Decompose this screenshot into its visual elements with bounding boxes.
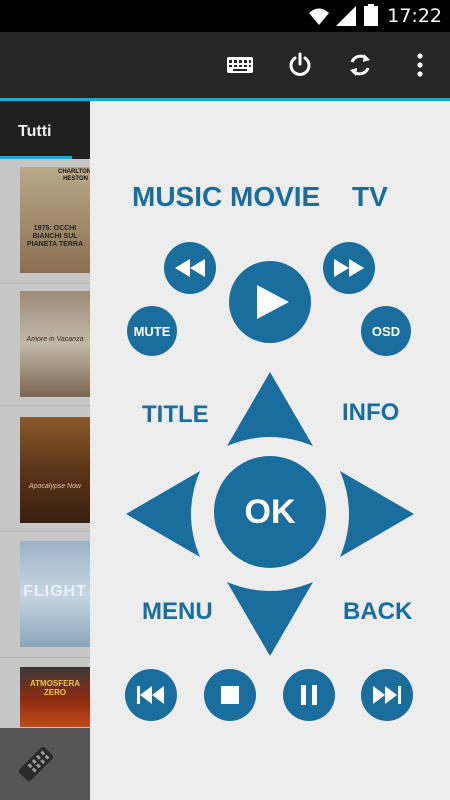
stop-button[interactable] xyxy=(204,669,256,721)
back-button[interactable]: BACK xyxy=(343,598,412,626)
tv-mode-button[interactable]: TV xyxy=(352,181,388,213)
poster-title: FLIGHT xyxy=(23,583,87,600)
down-arrow-button[interactable] xyxy=(227,582,313,656)
overflow-menu-button[interactable] xyxy=(392,32,448,98)
row-divider xyxy=(0,531,90,532)
signal-icon xyxy=(336,6,356,26)
fast-forward-button[interactable] xyxy=(323,242,375,294)
media-list: Tutti CHARLTON HESTON 1975: OCCHI BIANCH… xyxy=(0,101,92,800)
mute-button[interactable]: MUTE xyxy=(127,306,177,356)
remote-shortcut-tile[interactable] xyxy=(0,728,90,800)
skip-previous-icon xyxy=(137,686,164,704)
poster-amore-in-vacanza[interactable]: Amore in Vacanza xyxy=(20,291,90,397)
remote-control-icon xyxy=(18,746,54,782)
stop-icon xyxy=(221,686,239,704)
mute-label: MUTE xyxy=(133,323,171,339)
play-icon xyxy=(256,285,289,319)
refresh-button[interactable] xyxy=(332,32,388,98)
poster-title: Apocalypse Now xyxy=(28,483,82,490)
pause-icon xyxy=(301,685,317,705)
poster-apocalypse-now[interactable]: Apocalypse Now xyxy=(20,417,90,523)
ok-button[interactable]: OK xyxy=(214,456,326,568)
overflow-menu-icon xyxy=(417,53,423,77)
play-button[interactable] xyxy=(229,261,311,343)
action-bar xyxy=(0,32,450,101)
keyboard-icon xyxy=(227,57,253,73)
poster-1975-occhi-bianchi[interactable]: CHARLTON HESTON 1975: OCCHI BIANCHI SUL … xyxy=(20,167,92,273)
status-bar: 17:22 xyxy=(0,0,450,32)
power-icon xyxy=(289,52,311,76)
left-arrow-button[interactable] xyxy=(126,471,200,557)
rewind-icon xyxy=(175,259,205,277)
rewind-button[interactable] xyxy=(164,242,216,294)
tab-label: Tutti xyxy=(18,123,52,140)
remote-panel: MUSIC MOVIE TV MUTE OSD TITLE INFO OK ME… xyxy=(90,101,450,800)
row-divider xyxy=(0,283,90,284)
battery-icon xyxy=(364,4,378,26)
tab-indicator xyxy=(0,156,72,159)
previous-button[interactable] xyxy=(125,669,177,721)
osd-button[interactable]: OSD xyxy=(361,306,411,356)
row-divider xyxy=(0,657,90,658)
next-button[interactable] xyxy=(361,669,413,721)
poster-flight[interactable]: FLIGHT xyxy=(20,541,90,647)
up-arrow-button[interactable] xyxy=(227,372,313,446)
movie-mode-button[interactable]: MOVIE xyxy=(230,181,320,213)
poster-title: 1975: OCCHI BIANCHI SUL PIANETA TERRA xyxy=(27,225,83,248)
tab-tutti[interactable]: Tutti xyxy=(0,101,90,159)
wifi-icon xyxy=(309,8,329,25)
fast-forward-icon xyxy=(334,259,364,277)
ok-label: OK xyxy=(244,492,296,531)
music-mode-button[interactable]: MUSIC xyxy=(132,181,222,213)
right-arrow-button[interactable] xyxy=(340,471,414,557)
osd-label: OSD xyxy=(371,323,401,339)
menu-button[interactable]: MENU xyxy=(142,598,213,626)
clock: 17:22 xyxy=(387,5,442,27)
poster-atmosfera-zero[interactable]: ATMOSFERA ZERO xyxy=(20,667,90,727)
poster-actor: CHARLTON HESTON xyxy=(58,169,92,182)
info-button[interactable]: INFO xyxy=(342,399,399,427)
refresh-icon xyxy=(350,54,370,76)
title-button[interactable]: TITLE xyxy=(142,401,209,429)
poster-title: Amore in Vacanza xyxy=(26,336,84,343)
pause-button[interactable] xyxy=(283,669,335,721)
skip-next-icon xyxy=(373,686,401,704)
row-divider xyxy=(0,405,90,406)
keyboard-button[interactable] xyxy=(212,32,268,98)
power-button[interactable] xyxy=(272,32,328,98)
poster-title: ATMOSFERA ZERO xyxy=(29,679,81,697)
